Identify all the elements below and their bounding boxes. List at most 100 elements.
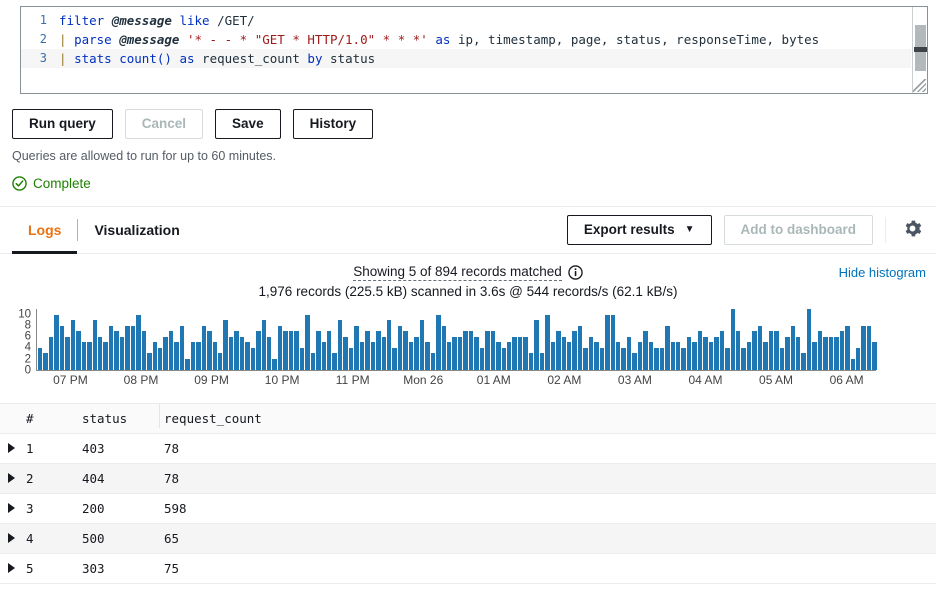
- histogram-bar[interactable]: [855, 347, 861, 370]
- histogram-bar[interactable]: [528, 353, 534, 370]
- histogram-bar[interactable]: [125, 325, 130, 370]
- save-button[interactable]: Save: [215, 109, 281, 139]
- histogram-bar[interactable]: [697, 331, 703, 370]
- info-icon[interactable]: [568, 265, 583, 280]
- histogram-bar[interactable]: [223, 320, 228, 370]
- histogram-bar[interactable]: [179, 325, 185, 370]
- histogram-bar[interactable]: [517, 336, 523, 370]
- histogram-bar[interactable]: [752, 331, 757, 370]
- histogram-bar[interactable]: [359, 342, 365, 370]
- histogram-bar[interactable]: [130, 325, 136, 370]
- histogram-bar[interactable]: [425, 342, 430, 370]
- tab-visualization[interactable]: Visualization: [78, 207, 195, 253]
- histogram-bar[interactable]: [408, 342, 414, 370]
- histogram-bar[interactable]: [648, 342, 654, 370]
- histogram-bar[interactable]: [157, 347, 163, 370]
- histogram-bar[interactable]: [43, 353, 48, 370]
- histogram-bar[interactable]: [381, 336, 386, 370]
- histogram-bar[interactable]: [550, 342, 556, 370]
- histogram-bar[interactable]: [119, 336, 125, 370]
- row-expand-button[interactable]: [0, 531, 26, 546]
- histogram-bar[interactable]: [92, 320, 97, 370]
- histogram-bar[interactable]: [277, 325, 283, 370]
- histogram-bar[interactable]: [441, 325, 446, 370]
- histogram-bar[interactable]: [103, 342, 108, 370]
- histogram-bar[interactable]: [845, 325, 850, 370]
- histogram-bar[interactable]: [147, 353, 152, 370]
- histogram-bar[interactable]: [141, 331, 147, 370]
- histogram-bar[interactable]: [496, 342, 501, 370]
- histogram-bar[interactable]: [823, 336, 828, 370]
- table-row[interactable]: 3 200 598: [0, 494, 936, 524]
- histogram-bar[interactable]: [239, 336, 245, 370]
- histogram-bar[interactable]: [626, 336, 632, 370]
- histogram-bar[interactable]: [207, 331, 212, 370]
- histogram-bar[interactable]: [746, 342, 752, 370]
- histogram-bar[interactable]: [692, 342, 697, 370]
- histogram-bar[interactable]: [566, 342, 572, 370]
- histogram-bar[interactable]: [479, 347, 485, 370]
- histogram-bar[interactable]: [485, 331, 490, 370]
- histogram-bar[interactable]: [250, 347, 256, 370]
- table-row[interactable]: 2 404 78: [0, 464, 936, 494]
- histogram-bar[interactable]: [768, 331, 774, 370]
- histogram-bar[interactable]: [212, 342, 217, 370]
- histogram-bar[interactable]: [348, 347, 354, 370]
- histogram-bar[interactable]: [283, 331, 288, 370]
- histogram-bar[interactable]: [48, 336, 54, 370]
- histogram-bar[interactable]: [196, 342, 201, 370]
- histogram-bar[interactable]: [376, 331, 381, 370]
- histogram-bar[interactable]: [136, 314, 141, 370]
- histogram-bar[interactable]: [714, 336, 719, 370]
- histogram-bar[interactable]: [190, 342, 196, 370]
- editor-resize-handle[interactable]: [913, 79, 926, 92]
- histogram-bar[interactable]: [474, 336, 479, 370]
- histogram-bar[interactable]: [299, 347, 305, 370]
- histogram-bar[interactable]: [686, 336, 692, 370]
- histogram-bar[interactable]: [419, 320, 425, 370]
- histogram-bar[interactable]: [370, 342, 376, 370]
- histogram-bar[interactable]: [534, 320, 539, 370]
- histogram-bar[interactable]: [168, 331, 174, 370]
- histogram-bar[interactable]: [332, 353, 337, 370]
- settings-button[interactable]: [898, 216, 926, 244]
- histogram-bar[interactable]: [288, 331, 294, 370]
- histogram-bar[interactable]: [387, 320, 392, 370]
- histogram-bar[interactable]: [572, 331, 577, 370]
- histogram-bar[interactable]: [108, 325, 114, 370]
- histogram-bar[interactable]: [670, 342, 676, 370]
- histogram-bar[interactable]: [354, 325, 359, 370]
- histogram-bar[interactable]: [812, 342, 817, 370]
- histogram-bar[interactable]: [703, 336, 708, 370]
- histogram-bar[interactable]: [228, 336, 234, 370]
- histogram-bar[interactable]: [256, 331, 261, 370]
- histogram-bar[interactable]: [174, 342, 179, 370]
- histogram-bar[interactable]: [741, 347, 746, 370]
- tab-logs[interactable]: Logs: [12, 207, 78, 254]
- histogram-bar[interactable]: [561, 336, 566, 370]
- histogram-bar[interactable]: [730, 309, 735, 370]
- histogram-bar[interactable]: [294, 331, 299, 370]
- histogram-bar[interactable]: [397, 325, 403, 370]
- table-row[interactable]: 4 500 65: [0, 524, 936, 554]
- histogram-bar[interactable]: [866, 325, 872, 370]
- histogram-bar[interactable]: [267, 336, 272, 370]
- histogram-bar[interactable]: [327, 331, 332, 370]
- history-button[interactable]: History: [292, 109, 374, 139]
- histogram-bar[interactable]: [643, 331, 648, 370]
- histogram-plot-area[interactable]: [36, 309, 877, 371]
- histogram-bar[interactable]: [659, 347, 665, 370]
- histogram-bar[interactable]: [81, 342, 87, 370]
- histogram-bar[interactable]: [616, 342, 621, 370]
- histogram-bar[interactable]: [632, 353, 637, 370]
- histogram-bar[interactable]: [38, 347, 43, 370]
- histogram-bar[interactable]: [790, 325, 795, 370]
- histogram-bar[interactable]: [654, 347, 659, 370]
- histogram-bar[interactable]: [850, 358, 855, 370]
- histogram-bar[interactable]: [588, 336, 594, 370]
- histogram-bar[interactable]: [457, 336, 463, 370]
- histogram-bar[interactable]: [163, 336, 168, 370]
- histogram-bar[interactable]: [337, 320, 343, 370]
- query-line-2[interactable]: 2 | parse @message '* - - * "GET * HTTP/…: [21, 30, 911, 49]
- histogram-bar[interactable]: [272, 358, 277, 370]
